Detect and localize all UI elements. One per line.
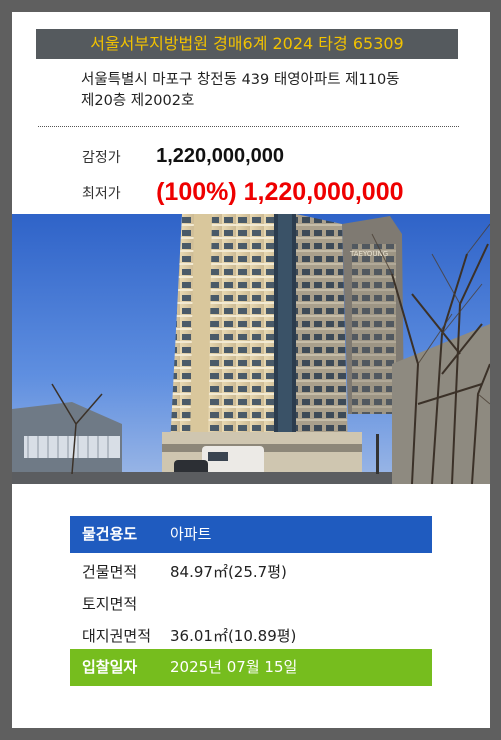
minimum-value: (100%) 1,220,000,000 [156, 178, 404, 206]
bid-date-label: 입찰일자 [82, 658, 138, 676]
address-line-2: 제20층 제2002호 [81, 93, 195, 109]
property-photo: TAEYOUNG [12, 214, 490, 484]
bid-date-row: 입찰일자 2025년 07월 15일 [70, 649, 432, 686]
dotted-divider [38, 126, 459, 127]
minimum-label: 최저가 [82, 185, 121, 202]
listing-card: 서울서부지방법원 경매6계 2024 타경 65309 서울특별시 마포구 창전… [12, 12, 490, 728]
building-area-value: 84.97㎡(25.7평) [170, 563, 287, 581]
appraisal-label: 감정가 [82, 149, 121, 166]
usage-label: 물건용도 [82, 525, 138, 543]
appraisal-value: 1,220,000,000 [156, 145, 284, 167]
land-rights-area-value: 36.01㎡(10.89평) [170, 627, 297, 645]
address-line-1: 서울특별시 마포구 창전동 439 태영아파트 제110동 [81, 72, 400, 88]
usage-value: 아파트 [170, 525, 212, 543]
bid-date-value: 2025년 07월 15일 [170, 658, 298, 676]
case-title: 서울서부지방법원 경매6계 2024 타경 65309 [36, 29, 458, 59]
appraisal-row: 감정가 1,220,000,000 [82, 145, 284, 168]
usage-row: 물건용도 아파트 [70, 516, 432, 553]
minimum-row: 최저가 (100%) 1,220,000,000 [82, 178, 404, 207]
property-address: 서울특별시 마포구 창전동 439 태영아파트 제110동 제20층 제2002… [81, 70, 471, 112]
